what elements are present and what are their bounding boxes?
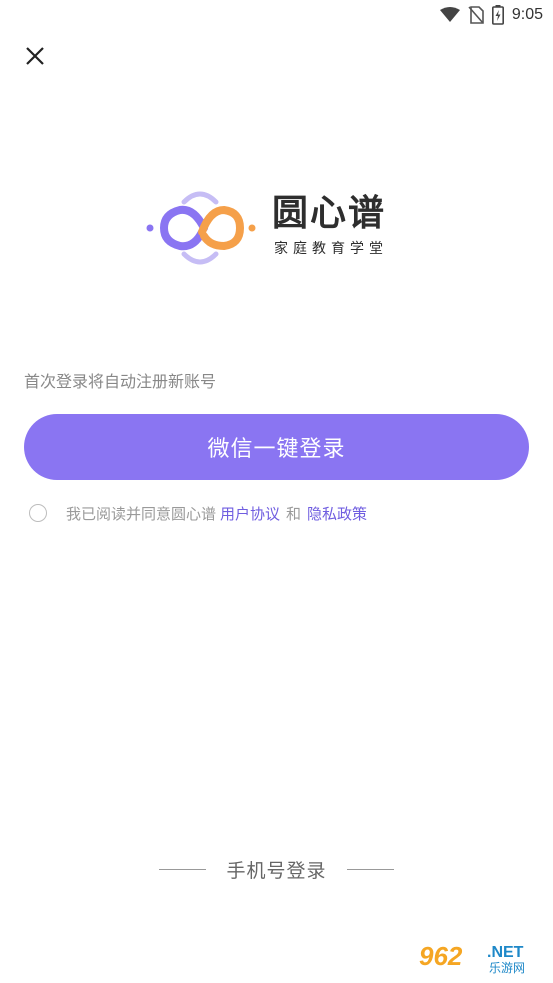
divider-left	[159, 868, 207, 870]
status-time: 9:05	[511, 6, 543, 23]
brand-name: 圆心谱	[272, 193, 387, 234]
site-watermark: 962 .NET 乐游网	[415, 937, 547, 977]
agreement-and: 和	[286, 504, 302, 523]
watermark-logo-icon: 962 .NET 乐游网	[415, 939, 547, 975]
app-logo: 圆心谱 家庭教育学堂	[144, 186, 394, 268]
agreement-row: 我已阅读并同意圆心谱 用户协议 和 隐私政策	[29, 501, 367, 525]
divider-right	[346, 868, 394, 870]
user-agreement-link[interactable]: 用户协议	[220, 503, 280, 524]
brand-tagline: 家庭教育学堂	[274, 241, 388, 257]
close-icon[interactable]	[26, 47, 44, 65]
status-bar: 9:05	[0, 0, 553, 30]
register-hint: 首次登录将自动注册新账号	[24, 372, 217, 391]
logo-mark-icon	[146, 191, 256, 265]
phone-login-link[interactable]: 手机号登录	[226, 856, 326, 883]
wifi-icon	[439, 7, 460, 22]
agreement-checkbox[interactable]	[29, 504, 47, 522]
watermark-main: 962	[419, 941, 463, 971]
battery-charging-icon	[491, 5, 504, 25]
status-icons: 9:05	[439, 4, 543, 26]
watermark-sub: 乐游网	[489, 961, 525, 975]
wechat-login-button[interactable]: 微信一键登录	[24, 414, 529, 480]
agreement-text: 我已阅读并同意圆心谱	[66, 504, 217, 523]
close-button[interactable]	[22, 43, 48, 69]
privacy-policy-link[interactable]: 隐私政策	[307, 503, 367, 524]
watermark-suffix: .NET	[487, 944, 524, 961]
no-sim-icon	[468, 6, 484, 24]
phone-login-section: 手机号登录	[0, 855, 553, 883]
